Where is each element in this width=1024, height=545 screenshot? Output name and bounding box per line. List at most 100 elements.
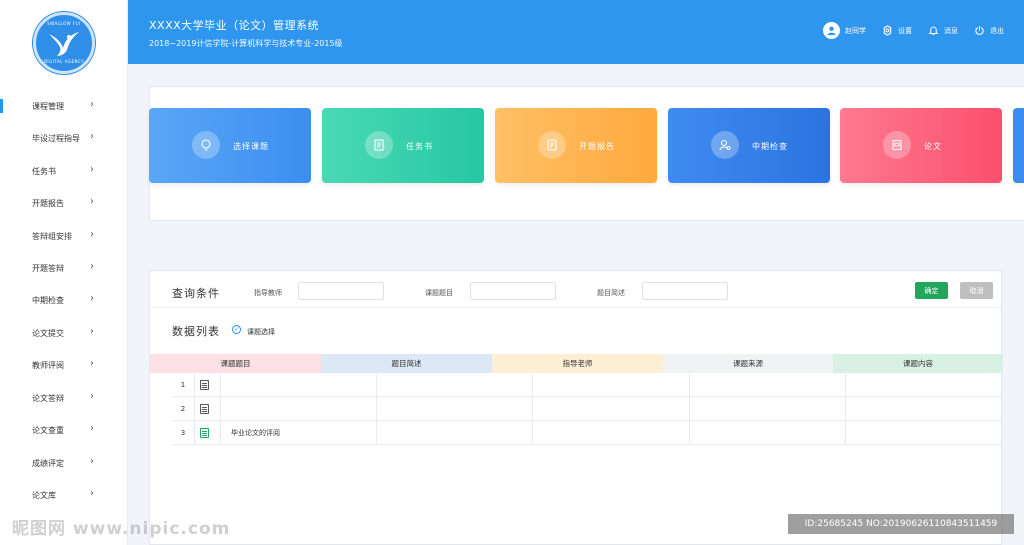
divider — [150, 307, 1003, 308]
card-label: 开题报告 — [579, 142, 615, 151]
sidebar-item-guidance[interactable]: 毕设过程指导 › — [0, 122, 128, 154]
sidebar: SWALLOW FLY DIGITAL AGENCY 课程管理 › 毕设过程指导 ›… — [0, 0, 128, 545]
sidebar-item-submit[interactable]: 论文提交 › — [0, 317, 128, 349]
page-title: XXXX大学毕业（论文）管理系统 — [149, 19, 320, 32]
column-header[interactable]: 课题内容 — [833, 354, 1003, 373]
sidebar-item-label: 毕设过程指导 — [32, 133, 80, 143]
sidebar-item-course[interactable]: 课程管理 › — [0, 90, 128, 122]
chevron-right-icon: › — [90, 423, 94, 434]
row-number: 1 — [180, 381, 186, 389]
chevron-right-icon: › — [90, 164, 94, 175]
chevron-right-icon: › — [90, 456, 94, 467]
check-circle-icon[interactable]: ✓ — [232, 325, 241, 334]
sidebar-item-grading[interactable]: 成绩评定 › — [0, 447, 128, 479]
chevron-right-icon: › — [90, 261, 94, 272]
chevron-right-icon: › — [90, 488, 94, 499]
card-next[interactable] — [1013, 108, 1024, 183]
logo: SWALLOW FLY DIGITAL AGENCY — [33, 12, 95, 74]
chevron-right-icon: › — [90, 293, 94, 304]
gear-icon — [883, 25, 892, 36]
table-header: 课题题目 题目简述 指导老师 课题来源 课题内容 — [150, 354, 1003, 373]
summary-input[interactable] — [642, 282, 728, 300]
advisor-input[interactable] — [298, 282, 384, 300]
query-list-panel: 查询条件 指导教师 课题题目 题目简述 确定 取消 数据列表 ✓ 课题选择 课题… — [149, 270, 1003, 545]
row-topic: 毕业论文的评阅 — [231, 429, 280, 437]
paper-icon — [883, 131, 911, 159]
cancel-button[interactable]: 取消 — [960, 282, 993, 299]
sidebar-item-label: 成绩评定 — [32, 458, 64, 468]
sidebar-item-midterm[interactable]: 中期检查 › — [0, 284, 128, 316]
logout-button[interactable]: 退出 — [974, 25, 1004, 36]
lightbulb-icon — [192, 131, 220, 159]
document-icon — [365, 131, 393, 159]
chevron-right-icon: › — [90, 131, 94, 142]
table-row[interactable]: 1 — [172, 373, 1003, 397]
watermark: 昵图网 www.nipic.com — [12, 519, 231, 539]
card-label: 论文 — [924, 142, 942, 151]
sidebar-item-proposal[interactable]: 开题报告 › — [0, 187, 128, 219]
sidebar-item-label: 开题答辩 — [32, 263, 64, 273]
sidebar-item-label: 答辩组安排 — [32, 231, 72, 241]
settings-label: 设置 — [898, 26, 912, 35]
power-icon — [975, 25, 984, 35]
sidebar-item-thesis-defense[interactable]: 论文答辩 › — [0, 382, 128, 414]
logo-bottom-text: DIGITAL AGENCY — [43, 59, 85, 64]
row-number: 2 — [180, 405, 186, 413]
row-number: 3 — [180, 429, 186, 437]
topic-select-label: 课题选择 — [247, 328, 275, 336]
card-label: 中期检查 — [752, 142, 788, 151]
card-label: 选择课题 — [233, 142, 269, 151]
sidebar-item-label: 论文答辩 — [32, 393, 64, 403]
sidebar-item-defense-group[interactable]: 答辩组安排 › — [0, 220, 128, 252]
card-midterm[interactable]: 中期检查 — [668, 108, 830, 183]
chevron-right-icon: › — [90, 99, 94, 110]
logout-label: 退出 — [990, 26, 1004, 35]
card-task[interactable]: 任务书 — [322, 108, 484, 183]
user-search-icon — [711, 131, 739, 159]
messages-label: 消息 — [944, 26, 958, 35]
sidebar-item-task[interactable]: 任务书 › — [0, 155, 128, 187]
list-title: 数据列表 — [172, 325, 220, 338]
bell-icon — [928, 26, 939, 35]
document-icon[interactable] — [200, 404, 209, 414]
sidebar-item-label: 论文查重 — [32, 425, 64, 435]
advisor-label: 指导教师 — [254, 289, 282, 297]
chevron-right-icon: › — [90, 326, 94, 337]
column-header[interactable]: 课题题目 — [150, 354, 321, 373]
user-menu[interactable]: 赵同学 — [823, 22, 866, 39]
table-row[interactable]: 2 — [172, 397, 1003, 421]
chevron-right-icon: › — [90, 229, 94, 240]
sidebar-item-proposal-defense[interactable]: 开题答辩 › — [0, 252, 128, 284]
topic-input[interactable] — [470, 282, 556, 300]
column-header[interactable]: 指导老师 — [492, 354, 663, 373]
watermark-id: ID:25685245 NO:20190626110843511459 — [788, 514, 1014, 534]
sidebar-item-label: 课程管理 — [32, 101, 64, 111]
sidebar-item-plagiarism[interactable]: 论文查重 › — [0, 414, 128, 446]
swallow-icon — [49, 32, 79, 56]
sidebar-item-label: 论文库 — [32, 490, 56, 500]
messages-button[interactable]: 消息 — [928, 25, 958, 36]
column-header[interactable]: 课题来源 — [663, 354, 833, 373]
sidebar-item-library[interactable]: 论文库 › — [0, 479, 128, 511]
card-proposal[interactable]: 开题报告 — [495, 108, 657, 183]
confirm-button[interactable]: 确定 — [915, 282, 948, 299]
sidebar-item-label: 教师评阅 — [32, 360, 64, 370]
settings-button[interactable]: 设置 — [882, 25, 912, 36]
sidebar-item-label: 任务书 — [32, 166, 56, 176]
topic-label: 课题题目 — [425, 289, 453, 297]
card-label: 任务书 — [406, 142, 433, 151]
report-icon — [538, 131, 566, 159]
sidebar-item-label: 论文提交 — [32, 328, 64, 338]
column-header[interactable]: 题目简述 — [321, 354, 492, 373]
card-thesis[interactable]: 论文 — [840, 108, 1002, 183]
logo-top-text: SWALLOW FLY — [47, 21, 81, 26]
card-select-topic[interactable]: 选择课题 — [149, 108, 311, 183]
user-name: 赵同学 — [845, 26, 866, 35]
sidebar-item-label: 中期检查 — [32, 295, 64, 305]
document-icon[interactable] — [200, 428, 209, 438]
chevron-right-icon: › — [90, 358, 94, 369]
table-row[interactable]: 3 毕业论文的评阅 — [172, 421, 1003, 445]
header-actions: 赵同学 设置 消息 退出 — [823, 22, 1004, 39]
sidebar-item-review[interactable]: 教师评阅 › — [0, 349, 128, 381]
document-icon[interactable] — [200, 380, 209, 390]
